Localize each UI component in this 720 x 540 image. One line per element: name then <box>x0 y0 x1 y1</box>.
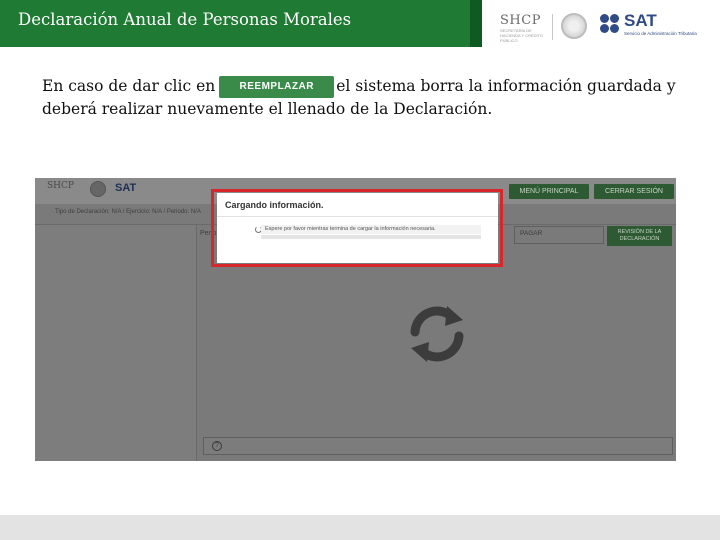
shcp-logo: SHCP SECRETARÍA DE HACIENDA Y CRÉDITO PÚ… <box>500 13 544 43</box>
mini-seal-icon <box>90 181 106 197</box>
left-panel <box>35 225 197 461</box>
national-seal-icon <box>561 13 587 39</box>
header: Declaración Anual de Personas Morales SH… <box>0 0 720 47</box>
modal-title: Cargando información. <box>225 200 324 210</box>
sat-mark-icon <box>600 14 620 34</box>
help-icon[interactable]: ? <box>212 441 222 451</box>
sat-logo: SAT Servicio de Administración Tributari… <box>600 11 710 40</box>
footer-strip <box>0 515 720 540</box>
modal-divider <box>217 216 498 217</box>
title-bar: Declaración Anual de Personas Morales <box>0 0 470 47</box>
page-title: Declaración Anual de Personas Morales <box>18 10 352 29</box>
revision-declaracion-button[interactable]: REVISIÓN DE LA DECLARACIÓN <box>607 226 672 246</box>
replace-button[interactable]: REEMPLAZAR <box>219 76 335 98</box>
mini-shcp-logo: SHCP <box>47 181 74 191</box>
refresh-icon <box>410 306 464 362</box>
logo-divider <box>552 14 553 40</box>
instruction-before: En caso de dar clic en <box>42 77 216 95</box>
instruction-text: En caso de dar clic en REEMPLAZAR el siste… <box>42 75 702 120</box>
title-accent <box>470 0 482 47</box>
menu-principal-button[interactable]: MENÚ PRINCIPAL <box>509 184 589 199</box>
modal-progress <box>261 235 481 239</box>
cerrar-sesion-button[interactable]: CERRAR SESIÓN <box>594 184 674 199</box>
loading-modal: Cargando información. Espere por favor m… <box>217 193 498 263</box>
pagar-label: PAGAR <box>520 230 543 237</box>
declaration-info: Tipo de Declaración: N/A / Ejercicio: N/… <box>55 209 201 215</box>
bottom-input[interactable] <box>203 437 673 455</box>
embedded-screenshot: SHCP SAT MENÚ PRINCIPAL CERRAR SESIÓN Ti… <box>35 178 676 461</box>
modal-message: Espere por favor mientras termina de car… <box>261 225 481 234</box>
mini-sat-logo: SAT <box>115 182 137 194</box>
